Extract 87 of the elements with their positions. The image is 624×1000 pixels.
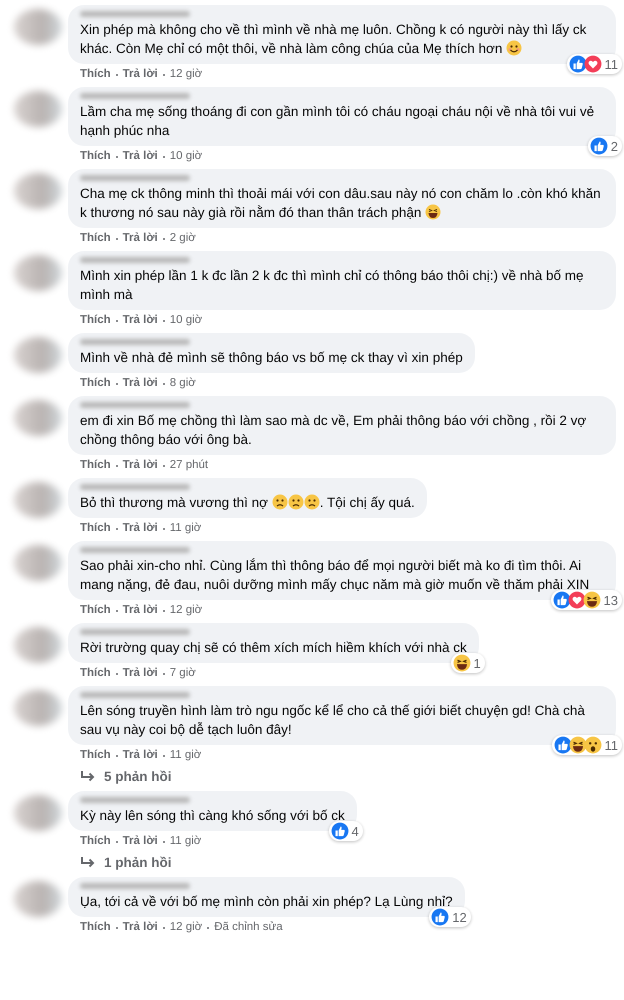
reply-link[interactable]: Trả lời [122, 666, 158, 681]
reaction-count: 4 [352, 824, 359, 838]
sad-emoji-icon [304, 494, 320, 510]
reaction-badge[interactable]: 2 [588, 136, 622, 156]
reply-arrow-icon [80, 770, 96, 784]
comment-text: em đi xin Bố mẹ chồng thì làm sao mà dc về, Em phải thông báo với chồng , rồi 2 vợ chồng thông báo với ông bà. [80, 412, 588, 449]
timestamp: 2 giờ [170, 231, 196, 246]
laughing-emoji-icon [582, 591, 601, 609]
timestamp: 8 giờ [170, 376, 196, 391]
timestamp: 7 giờ [170, 666, 196, 681]
like-icon [568, 55, 586, 73]
like-link[interactable]: Thích [80, 149, 111, 164]
timestamp: 10 giờ [170, 313, 202, 328]
reply-link[interactable]: Trả lời [122, 834, 158, 849]
timestamp: 12 giờ [170, 67, 202, 82]
comment-text: Mình về nhà đẻ mình sẽ thông báo vs bố mẹ ck thay vì xin phép [80, 349, 463, 367]
timestamp: 12 giờ [170, 603, 202, 618]
reply-link[interactable]: Trả lời [122, 376, 158, 391]
like-link[interactable]: Thích [80, 748, 111, 763]
like-link[interactable]: Thích [80, 231, 111, 246]
blurred-avatar [14, 690, 62, 726]
reaction-count: 13 [604, 592, 618, 608]
like-link[interactable]: Thích [80, 603, 111, 618]
reply-link[interactable]: Trả lời [122, 313, 158, 328]
reply-link[interactable]: Trả lời [122, 67, 158, 82]
reaction-count: 2 [610, 138, 618, 154]
comment-text: Cha mẹ ck thông minh thì thoải mái với con dâu.sau này nó con chăm lo .còn khó khăn k thương nó sau này già rồi nằm đó than thân trách phận [80, 185, 602, 222]
blurred-avatar [14, 91, 62, 127]
reaction-count: 1 [474, 656, 481, 670]
reaction-badge[interactable]: 11 [566, 54, 622, 74]
blurred-avatar [14, 482, 62, 518]
blurred-avatar [14, 255, 62, 291]
timestamp: 10 giờ [170, 149, 202, 164]
like-icon [554, 736, 572, 754]
timestamp: 11 giờ [170, 521, 202, 536]
reply-link[interactable]: Trả lời [122, 748, 158, 763]
like-icon [330, 822, 349, 840]
like-icon [590, 137, 608, 155]
timestamp: 11 giờ [170, 748, 202, 763]
like-link[interactable]: Thích [80, 458, 111, 473]
reaction-badge[interactable]: 13 [550, 590, 622, 610]
blurred-avatar [14, 337, 62, 373]
view-replies-link[interactable]: 1 phản hồi [68, 849, 172, 872]
reply-link[interactable]: Trả lời [122, 521, 158, 536]
laughing-emoji-icon [568, 736, 586, 754]
reply-link[interactable]: Trả lời [122, 603, 158, 618]
blurred-avatar [14, 795, 62, 831]
reply-link[interactable]: Trả lời [122, 149, 158, 164]
reply-link[interactable]: Trả lời [122, 920, 158, 935]
laughing-emoji-icon [425, 204, 442, 220]
blurred-avatar [14, 9, 62, 45]
blurred-avatar [14, 173, 62, 209]
like-link[interactable]: Thích [80, 666, 111, 681]
surprised-emoji-icon [584, 736, 602, 754]
like-link[interactable]: Thích [80, 313, 111, 328]
edited-label: Đã chỉnh sửa [214, 920, 283, 935]
reply-link[interactable]: Trả lời [122, 231, 158, 246]
comment-text: Bỏ thì thương mà vương thì nợ . Tội chị ấy quá. [80, 493, 415, 512]
reply-arrow-icon [80, 856, 96, 870]
reaction-badge[interactable]: 11 [552, 735, 622, 755]
view-replies-link[interactable]: 5 phản hồi [68, 763, 172, 786]
like-link[interactable]: Thích [80, 834, 111, 849]
reaction-count: 12 [452, 910, 467, 924]
blurred-avatar [14, 627, 62, 663]
blurred-avatar [14, 881, 62, 917]
timestamp: 12 giờ [170, 920, 202, 935]
like-link[interactable]: Thích [80, 67, 111, 82]
blurred-avatar [14, 400, 62, 436]
reaction-badge[interactable]: 12 [429, 907, 471, 927]
blurred-avatar [14, 545, 62, 581]
like-icon [552, 591, 571, 609]
reaction-badge[interactable]: 1 [450, 653, 485, 673]
reaction-count: 11 [604, 738, 618, 752]
comment-text: Mình xin phép lần 1 k đc lần 2 k đc thì mình chỉ có thông báo thôi chị:) về nhà bố mẹ mình mà [80, 267, 585, 304]
timestamp: 27 phút [170, 458, 208, 473]
sad-emoji-icon [272, 494, 288, 510]
like-link[interactable]: Thích [80, 920, 111, 935]
reaction-badge[interactable]: 4 [328, 821, 363, 841]
like-link[interactable]: Thích [80, 376, 111, 391]
smiling-emoji-icon [506, 40, 522, 56]
reply-link[interactable]: Trả lời [122, 458, 158, 473]
like-icon [431, 908, 450, 926]
like-link[interactable]: Thích [80, 521, 111, 536]
reaction-count: 11 [604, 56, 618, 72]
sad-emoji-icon [288, 494, 304, 510]
laughing-emoji-icon [452, 654, 471, 672]
timestamp: 11 giờ [170, 834, 202, 849]
